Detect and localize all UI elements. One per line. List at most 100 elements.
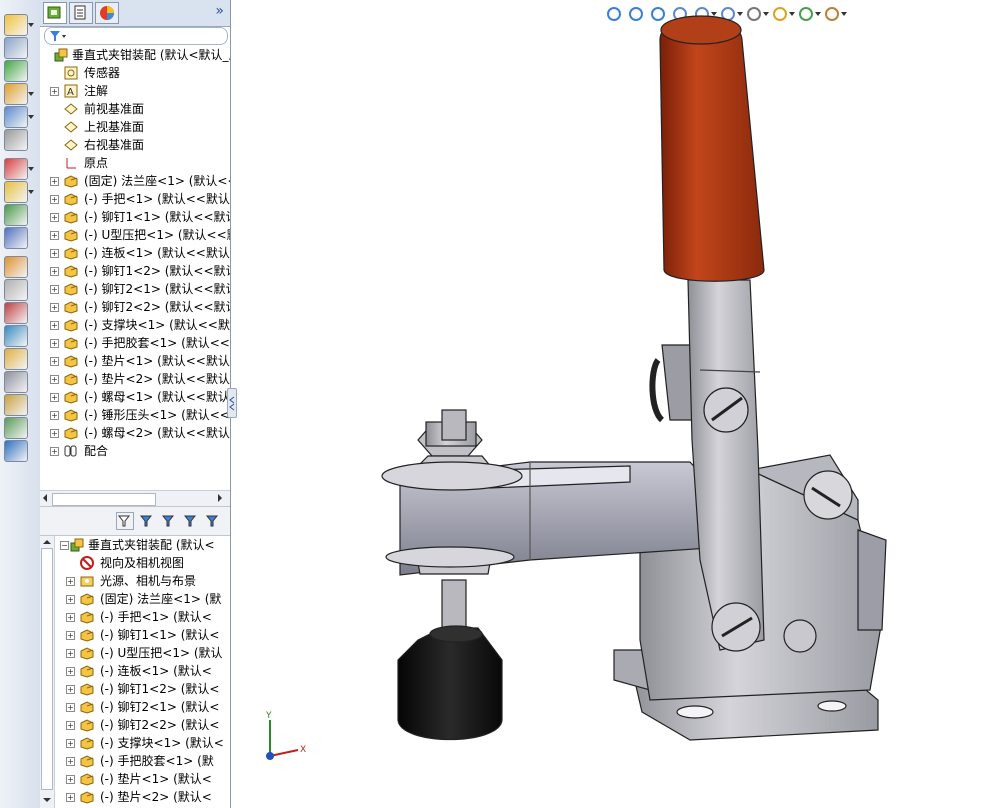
tree-row[interactable]: + (-) 螺母<2> (默认<<默认>_: [40, 424, 230, 442]
tree-filter-input[interactable]: [44, 27, 228, 45]
tab-property-manager[interactable]: [69, 2, 93, 24]
expand-toggle-icon[interactable]: +: [50, 87, 59, 96]
exploded-view-icon[interactable]: [4, 256, 28, 278]
tree-row[interactable]: + (-) 螺母<1> (默认<<默认>_: [40, 388, 230, 406]
tree-row[interactable]: + (-) 支撑块<1> (默认<: [40, 734, 230, 752]
handle-grip-part[interactable]: [659, 15, 765, 282]
tree-row[interactable]: 前视基准面: [40, 100, 230, 118]
tree-row[interactable]: + (-) 垫片<1> (默认<<默认>_: [40, 352, 230, 370]
tree-row[interactable]: + (-) 手把<1> (默认<: [40, 608, 230, 626]
expand-toggle-icon[interactable]: +: [66, 775, 75, 784]
tree-row[interactable]: + (-) 铆钉1<1> (默认<: [40, 626, 230, 644]
explode-line-icon[interactable]: [4, 279, 28, 301]
mate-icon[interactable]: [4, 37, 28, 59]
tree-row[interactable]: + (-) 手把胶套<1> (默: [40, 752, 230, 770]
expand-toggle-icon[interactable]: +: [66, 649, 75, 658]
expand-toggle-icon[interactable]: +: [66, 721, 75, 730]
expand-toggle-icon[interactable]: +: [50, 357, 59, 366]
move-component-icon[interactable]: [4, 106, 28, 128]
new-motion-study-icon[interactable]: [4, 204, 28, 226]
show-hidden-icon[interactable]: [4, 129, 28, 151]
expand-toggle-icon[interactable]: +: [50, 339, 59, 348]
tree-row[interactable]: + (-) 垫片<2> (默认<: [40, 788, 230, 806]
tree-row[interactable]: + (-) 锤形压头<1> (默认<<默: [40, 406, 230, 424]
expand-toggle-icon[interactable]: +: [66, 667, 75, 676]
tab-feature-manager[interactable]: [43, 2, 67, 24]
expand-toggle-icon[interactable]: +: [50, 429, 59, 438]
expand-toggle-icon[interactable]: +: [50, 231, 59, 240]
tree-row[interactable]: 垂直式夹钳装配 (默认<默认_显: [40, 46, 230, 64]
tree-row[interactable]: + (-) U型压把<1> (默认: [40, 644, 230, 662]
expand-toggle-icon[interactable]: +: [66, 613, 75, 622]
filter-settings-icon[interactable]: [160, 512, 178, 530]
dropdown-arrow-icon[interactable]: [28, 190, 34, 194]
expand-toggle-icon[interactable]: +: [66, 703, 75, 712]
tree-row[interactable]: + (-) 支撑块<1> (默认<<默认: [40, 316, 230, 334]
expand-toggle-icon[interactable]: −: [60, 541, 69, 550]
clearance-icon[interactable]: [4, 325, 28, 347]
expand-toggle-icon[interactable]: +: [50, 375, 59, 384]
expand-toggle-icon[interactable]: +: [66, 739, 75, 748]
bill-of-materials-icon[interactable]: [4, 227, 28, 249]
tree-row[interactable]: + 配合: [40, 442, 230, 460]
dropdown-arrow-icon[interactable]: [28, 23, 34, 27]
hole-alignment-icon[interactable]: [4, 348, 28, 370]
measure-icon[interactable]: [4, 371, 28, 393]
instant3d-icon[interactable]: [4, 440, 28, 462]
expand-toggle-icon[interactable]: +: [50, 393, 59, 402]
tree-row[interactable]: 传感器: [40, 64, 230, 82]
filter-clear-icon[interactable]: [204, 512, 222, 530]
expand-toggle-icon[interactable]: +: [50, 177, 59, 186]
expand-toggle-icon[interactable]: +: [66, 685, 75, 694]
tree-row[interactable]: + (-) 连板<1> (默认<: [40, 662, 230, 680]
tree-row[interactable]: + (-) 铆钉2<2> (默认<: [40, 716, 230, 734]
expand-toggle-icon[interactable]: +: [50, 285, 59, 294]
scrollbar-thumb[interactable]: [52, 493, 156, 506]
tree-row[interactable]: + (-) 手把胶套<1> (默认<<默: [40, 334, 230, 352]
expand-toggle-icon[interactable]: +: [50, 303, 59, 312]
tree-row[interactable]: 原点: [40, 154, 230, 172]
panel-overflow-icon[interactable]: »: [215, 3, 224, 19]
reference-geometry-icon[interactable]: [4, 181, 28, 203]
tree-row[interactable]: + (-) 铆钉2<1> (默认<<默认>: [40, 280, 230, 298]
scroll-left-icon[interactable]: [43, 494, 47, 502]
interference-icon[interactable]: [4, 302, 28, 324]
filter-components-icon[interactable]: [138, 512, 156, 530]
tree-row[interactable]: + (-) 铆钉1<1> (默认<<默认>: [40, 208, 230, 226]
tree-row[interactable]: + (-) 铆钉2<1> (默认<: [40, 698, 230, 716]
tree-row[interactable]: + (-) 铆钉2<2> (默认<<默认>: [40, 298, 230, 316]
tree-row[interactable]: + A 注解: [40, 82, 230, 100]
expand-toggle-icon[interactable]: +: [66, 577, 75, 586]
tab-display-manager[interactable]: [95, 2, 119, 24]
scroll-right-icon[interactable]: [218, 494, 222, 502]
filter-icon[interactable]: [116, 512, 134, 530]
dropdown-arrow-icon[interactable]: [28, 115, 34, 119]
tree-row[interactable]: 右视基准面: [40, 136, 230, 154]
tree-row[interactable]: + (-) 铆钉1<2> (默认<: [40, 680, 230, 698]
tree-row[interactable]: + (固定) 法兰座<1> (默认<<默: [40, 172, 230, 190]
expand-toggle-icon[interactable]: +: [66, 757, 75, 766]
hammer-head-part[interactable]: [397, 625, 503, 740]
tree-row[interactable]: − 垂直式夹钳装配 (默认<: [40, 536, 230, 554]
expand-toggle-icon[interactable]: +: [50, 249, 59, 258]
tree-row[interactable]: + 光源、相机与布景: [40, 572, 230, 590]
tree-row[interactable]: 视向及相机视图: [40, 554, 230, 572]
tree-row[interactable]: + (-) 垫片<2> (默认<<默认>_: [40, 370, 230, 388]
expand-toggle-icon[interactable]: +: [50, 213, 59, 222]
tree-row[interactable]: + (-) U型压把<1> (默认<<默认: [40, 226, 230, 244]
tree-horizontal-scrollbar[interactable]: [40, 490, 230, 507]
tree-row[interactable]: + (固定) 法兰座<1> (默: [40, 590, 230, 608]
expand-toggle-icon[interactable]: +: [50, 411, 59, 420]
mass-properties-icon[interactable]: [4, 394, 28, 416]
assembly-visualization-icon[interactable]: [4, 417, 28, 439]
tree-row[interactable]: 上视基准面: [40, 118, 230, 136]
expand-toggle-icon[interactable]: +: [50, 447, 59, 456]
insert-components-icon[interactable]: [4, 14, 28, 36]
smart-fasteners-icon[interactable]: [4, 83, 28, 105]
expand-toggle-icon[interactable]: +: [66, 595, 75, 604]
dropdown-arrow-icon[interactable]: [28, 92, 34, 96]
expand-toggle-icon[interactable]: +: [66, 793, 75, 802]
expand-toggle-icon[interactable]: +: [50, 321, 59, 330]
expand-toggle-icon[interactable]: +: [50, 195, 59, 204]
dropdown-arrow-icon[interactable]: [28, 167, 34, 171]
